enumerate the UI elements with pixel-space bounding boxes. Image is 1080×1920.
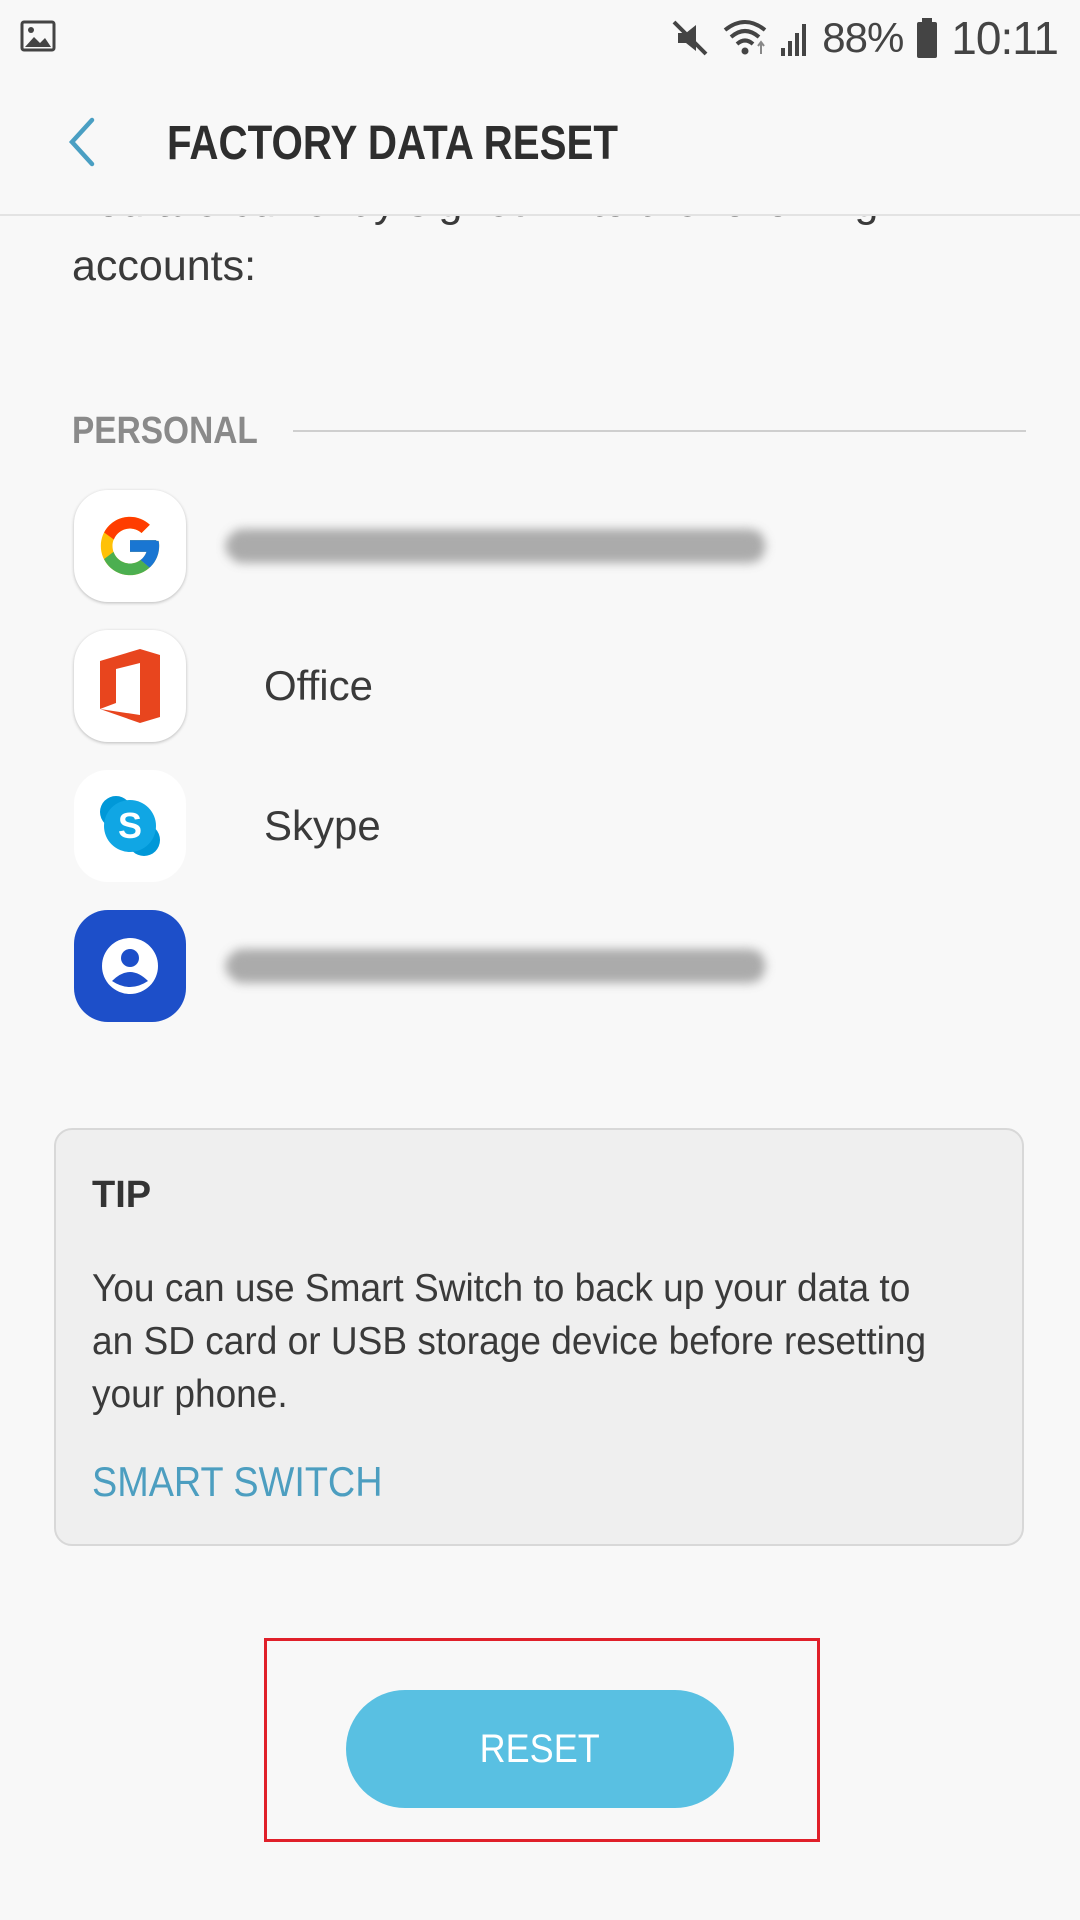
account-label-office: Office — [264, 662, 373, 709]
wifi-icon — [722, 18, 768, 58]
back-button[interactable] — [52, 112, 112, 176]
smart-switch-link[interactable]: SMART SWITCH — [92, 1458, 383, 1506]
status-bar: 88% 10:11 — [0, 0, 1080, 72]
app-bar: FACTORY DATA RESET — [0, 72, 1080, 216]
list-item[interactable] — [72, 476, 1026, 616]
skype-icon: S — [74, 770, 186, 882]
office-icon — [74, 630, 186, 742]
tip-body: You can use Smart Switch to back up your… — [92, 1267, 927, 1416]
section-header: PERSONAL — [72, 406, 1026, 456]
reset-label: RESET — [479, 1726, 601, 1771]
image-notification-icon — [20, 18, 56, 54]
chevron-left-icon — [64, 116, 100, 173]
svg-text:S: S — [118, 805, 142, 846]
reset-button[interactable]: RESET — [346, 1690, 734, 1808]
redacted-account-name — [226, 529, 766, 563]
page-title: FACTORY DATA RESET — [167, 117, 619, 170]
section-label: PERSONAL — [72, 409, 258, 452]
clock: 10:11 — [951, 12, 1059, 64]
section-divider — [293, 430, 1026, 432]
status-icons: 88% 10:11 — [670, 10, 1059, 66]
vibrate-mute-icon — [670, 18, 710, 58]
account-label-skype: Skype — [264, 802, 381, 849]
battery-icon — [915, 17, 939, 59]
samsung-account-icon — [74, 910, 186, 1022]
list-item[interactable]: S Skype — [72, 756, 1026, 896]
redacted-account-name — [226, 949, 766, 983]
list-item[interactable] — [72, 896, 1026, 1036]
tip-title: TIP — [92, 1174, 152, 1216]
cell-signal-icon — [780, 18, 810, 58]
tip-card: TIP You can use Smart Switch to back up … — [54, 1128, 1024, 1546]
intro-text: You are currently signed in to the follo… — [72, 216, 878, 290]
list-item[interactable]: Office — [72, 616, 1026, 756]
content-scroll-area[interactable]: You are currently signed in to the follo… — [0, 216, 1080, 1920]
google-icon — [74, 490, 186, 602]
account-list: Office S Skype — [72, 476, 1026, 1036]
battery-percent: 88% — [822, 14, 904, 61]
